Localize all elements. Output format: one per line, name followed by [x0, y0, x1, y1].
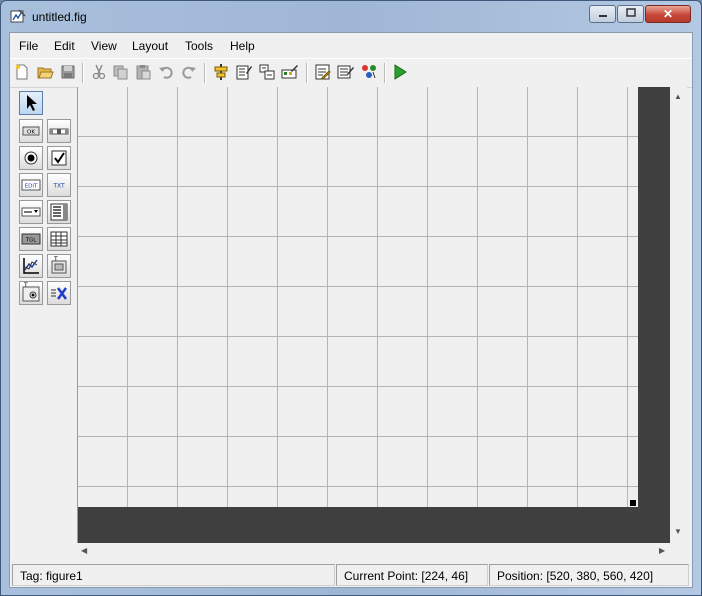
- toolbar-separator: [204, 63, 206, 83]
- table-icon: [48, 228, 70, 250]
- check-box-icon: [48, 147, 70, 169]
- undo-icon[interactable]: [157, 63, 175, 81]
- radio-button-icon: [20, 147, 42, 169]
- select-arrow-icon: [20, 92, 42, 114]
- align-objects-icon[interactable]: [212, 63, 230, 81]
- menu-layout[interactable]: Layout: [132, 39, 168, 53]
- copy-icon[interactable]: [112, 63, 130, 81]
- menu-edit[interactable]: Edit: [54, 39, 75, 53]
- horizontal-scrollbar[interactable]: ◀ ▶: [77, 543, 670, 560]
- button-group-tool[interactable]: T: [19, 281, 43, 305]
- vertical-scrollbar[interactable]: ▲ ▼: [670, 87, 687, 543]
- figure-client-area: File Edit View Layout Tools Help OK EDIT…: [9, 32, 693, 588]
- scroll-left-icon[interactable]: ◀: [81, 546, 87, 555]
- status-tag: Tag: figure1: [12, 564, 335, 586]
- object-browser-icon[interactable]: [360, 63, 378, 81]
- minimize-button[interactable]: [589, 5, 616, 23]
- maximize-button[interactable]: [617, 5, 644, 23]
- menu-bar: File Edit View Layout Tools Help: [10, 33, 692, 57]
- popup-menu-tool[interactable]: [19, 200, 43, 224]
- activex-control-icon: [48, 282, 70, 304]
- check-box-tool[interactable]: [47, 146, 71, 170]
- toggle-label: TGL: [25, 238, 38, 244]
- table-tool[interactable]: [47, 227, 71, 251]
- listbox-tool[interactable]: [47, 200, 71, 224]
- toolbar-editor-icon[interactable]: [281, 63, 299, 81]
- select-tool[interactable]: [19, 91, 43, 115]
- push-button-icon: OK: [20, 120, 42, 142]
- axes-icon: [20, 255, 42, 277]
- figure-resize-handle[interactable]: [630, 500, 636, 506]
- panel-tool[interactable]: T: [47, 254, 71, 278]
- static-text-icon: TXT: [48, 174, 70, 196]
- close-icon: ✕: [662, 7, 674, 21]
- popup-menu-icon: [20, 201, 42, 223]
- toggle-button-tool[interactable]: TGL: [19, 227, 43, 251]
- open-file-icon[interactable]: [36, 63, 54, 81]
- menu-file[interactable]: File: [19, 39, 38, 53]
- toolbar-separator: [384, 63, 386, 83]
- menu-editor-icon[interactable]: [235, 63, 253, 81]
- editor-icon[interactable]: [314, 63, 332, 81]
- guide-figure-icon: [10, 9, 26, 24]
- scroll-right-icon[interactable]: ▶: [659, 546, 665, 555]
- status-position: Position: [520, 380, 560, 420]: [489, 564, 689, 586]
- activex-control-tool[interactable]: [47, 281, 71, 305]
- axes-tool[interactable]: [19, 254, 43, 278]
- maximize-icon: [625, 7, 636, 21]
- layout-canvas[interactable]: [77, 87, 671, 543]
- edit-label: EDIT: [25, 184, 38, 190]
- static-text-tool[interactable]: TXT: [47, 173, 71, 197]
- toolbar: [10, 58, 692, 88]
- redo-icon[interactable]: [180, 63, 198, 81]
- title-bar[interactable]: untitled.fig ✕: [1, 1, 701, 32]
- tab-order-editor-icon[interactable]: [258, 63, 276, 81]
- guide-window: untitled.fig ✕ File Edit View Layout Too…: [0, 0, 702, 596]
- run-figure-icon[interactable]: [391, 63, 409, 81]
- save-icon[interactable]: [59, 63, 77, 81]
- paste-icon[interactable]: [134, 63, 152, 81]
- scroll-down-icon[interactable]: ▼: [674, 527, 682, 536]
- button-group-icon: T: [20, 282, 42, 304]
- close-button[interactable]: ✕: [645, 5, 691, 23]
- menu-help[interactable]: Help: [230, 39, 255, 53]
- status-bar: Tag: figure1 Current Point: [224, 46] Po…: [10, 564, 692, 587]
- svg-text:T: T: [23, 282, 28, 289]
- edit-text-icon: EDIT: [20, 174, 42, 196]
- push-label: OK: [27, 130, 35, 136]
- text-label: TXT: [52, 183, 65, 190]
- status-current-point: Current Point: [224, 46]: [336, 564, 488, 586]
- slider-tool[interactable]: [47, 119, 71, 143]
- listbox-icon: [48, 201, 70, 223]
- svg-text:T: T: [53, 256, 58, 263]
- figure-boundary-right: [638, 87, 671, 543]
- figure-boundary-bottom: [78, 507, 671, 543]
- slider-icon: [48, 120, 70, 142]
- new-figure-icon[interactable]: [13, 63, 31, 81]
- window-title: untitled.fig: [32, 10, 87, 24]
- panel-icon: T: [48, 255, 70, 277]
- toolbar-separator: [306, 63, 308, 83]
- edit-text-tool[interactable]: EDIT: [19, 173, 43, 197]
- cut-icon[interactable]: [90, 63, 108, 81]
- menu-view[interactable]: View: [91, 39, 117, 53]
- push-button-tool[interactable]: OK: [19, 119, 43, 143]
- property-inspector-icon[interactable]: [337, 63, 355, 81]
- menu-tools[interactable]: Tools: [185, 39, 213, 53]
- minimize-icon: [598, 7, 608, 21]
- radio-button-tool[interactable]: [19, 146, 43, 170]
- scroll-up-icon[interactable]: ▲: [674, 92, 682, 101]
- toggle-button-icon: TGL: [20, 228, 42, 250]
- toolbar-separator: [82, 63, 84, 83]
